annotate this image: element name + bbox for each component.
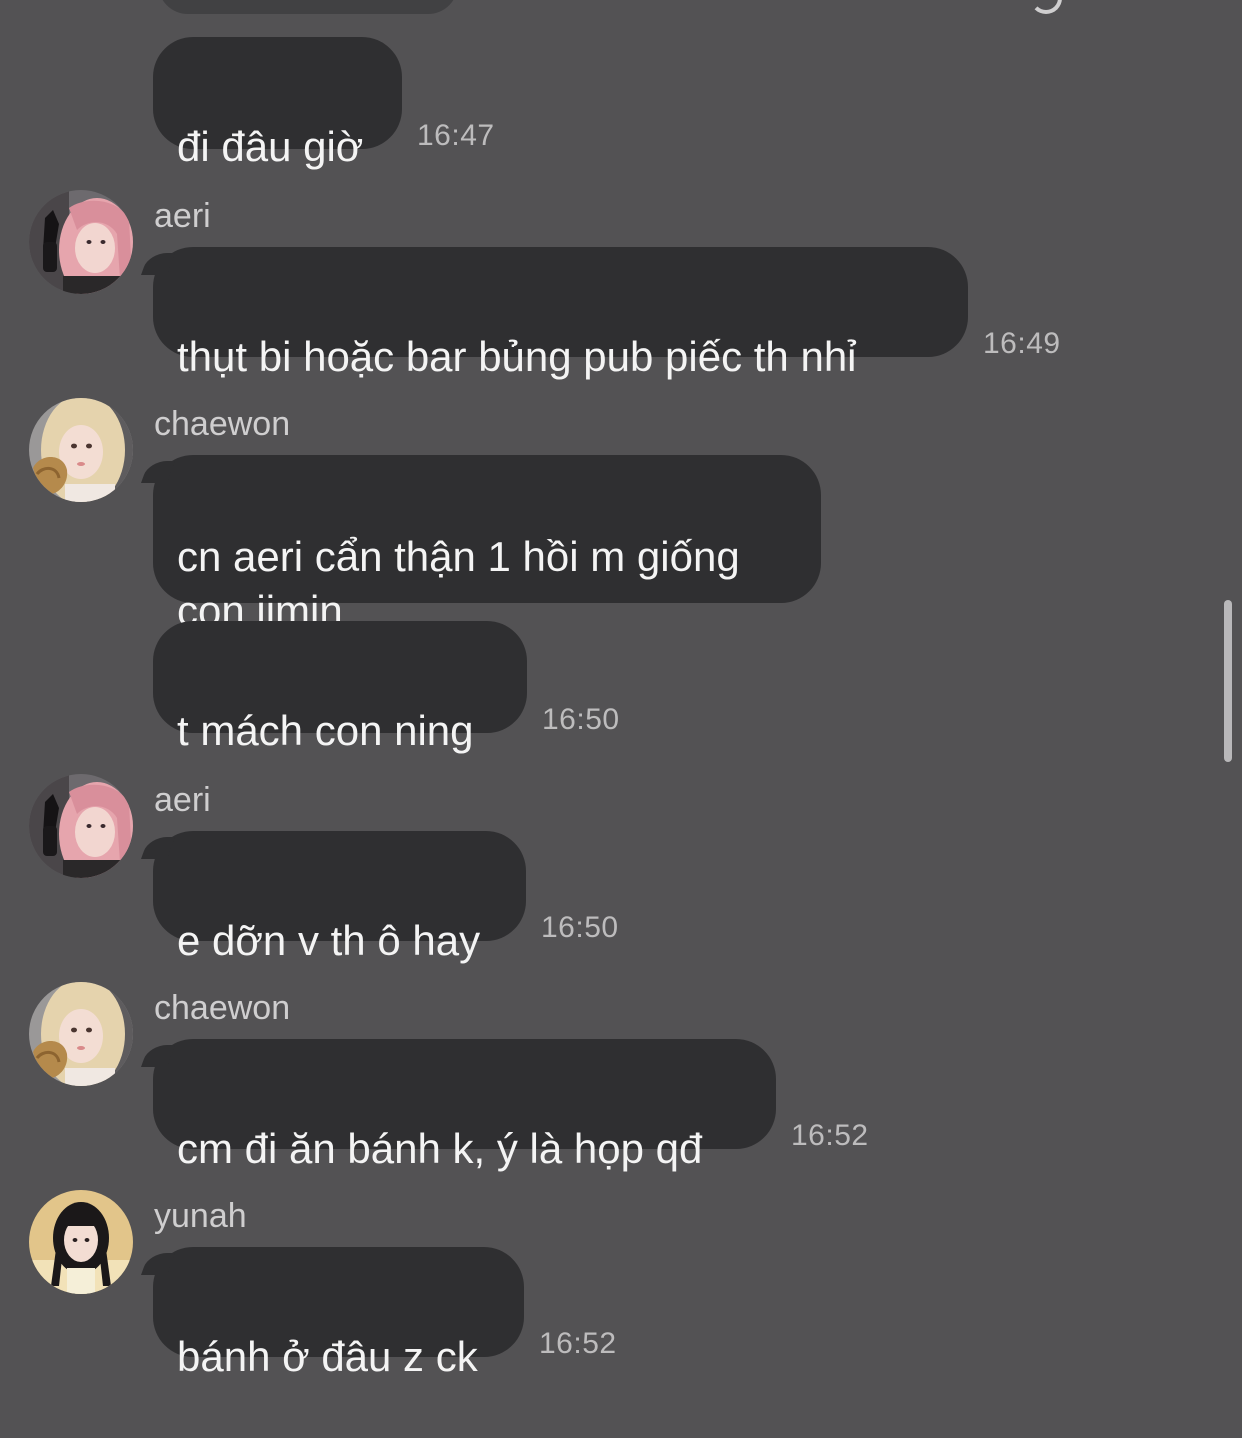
message-time: 16:50 bbox=[542, 703, 620, 736]
message-time: 16:52 bbox=[791, 1119, 869, 1152]
search-icon[interactable] bbox=[1030, 0, 1062, 14]
message-text: bánh ở đâu z ck bbox=[177, 1333, 478, 1380]
sender-name: aeri bbox=[154, 197, 211, 235]
avatar-chaewon[interactable] bbox=[29, 982, 133, 1086]
message-text: t mách con ning bbox=[177, 707, 474, 754]
pink-hair-avatar-icon bbox=[29, 190, 133, 294]
message-time: 16:47 bbox=[417, 119, 495, 152]
sender-name: aeri bbox=[154, 781, 211, 819]
message-bubble[interactable]: đi đâu giờ bbox=[153, 37, 402, 170]
sender-name: chaewon bbox=[154, 405, 291, 443]
blonde-hair-avatar-icon bbox=[29, 398, 133, 502]
message-text: đi đâu giờ bbox=[177, 123, 364, 170]
message-time: 16:50 bbox=[541, 911, 619, 944]
message-text: cm đi ăn bánh k, ý là họp qđ bbox=[177, 1125, 703, 1172]
blonde-hair-avatar-icon bbox=[29, 982, 133, 1086]
black-hair-avatar-icon bbox=[29, 1190, 133, 1294]
avatar-chaewon[interactable] bbox=[29, 398, 133, 502]
message-text: e dỡn v th ô hay bbox=[177, 917, 481, 964]
message-time: 16:52 bbox=[539, 1327, 617, 1360]
sender-name: yunah bbox=[154, 1197, 247, 1235]
previous-bubble-edge bbox=[158, 0, 458, 14]
message-bubble[interactable]: thụt bi hoặc bar bủng pub piếc th nhỉ bbox=[153, 247, 968, 380]
message-time: 16:49 bbox=[983, 327, 1061, 360]
message-text: thụt bi hoặc bar bủng pub piếc th nhỉ bbox=[177, 333, 857, 380]
avatar-aeri[interactable] bbox=[29, 190, 133, 294]
avatar-aeri[interactable] bbox=[29, 774, 133, 878]
message-bubble[interactable]: cn aeri cẩn thận 1 hồi m giống con jimin bbox=[153, 455, 821, 634]
sender-name: chaewon bbox=[154, 989, 291, 1027]
message-bubble[interactable]: cm đi ăn bánh k, ý là họp qđ bbox=[153, 1039, 776, 1172]
message-bubble[interactable]: bánh ở đâu z ck bbox=[153, 1247, 524, 1380]
chat-area[interactable]: đi đâu giờ 16:47 aeri thụt bi hoặc bar b… bbox=[0, 0, 1242, 1380]
scrollbar[interactable] bbox=[1224, 600, 1232, 762]
message-bubble[interactable]: e dỡn v th ô hay bbox=[153, 831, 526, 964]
avatar-yunah[interactable] bbox=[29, 1190, 133, 1294]
message-bubble[interactable]: t mách con ning bbox=[153, 621, 527, 754]
pink-hair-avatar-icon bbox=[29, 774, 133, 878]
